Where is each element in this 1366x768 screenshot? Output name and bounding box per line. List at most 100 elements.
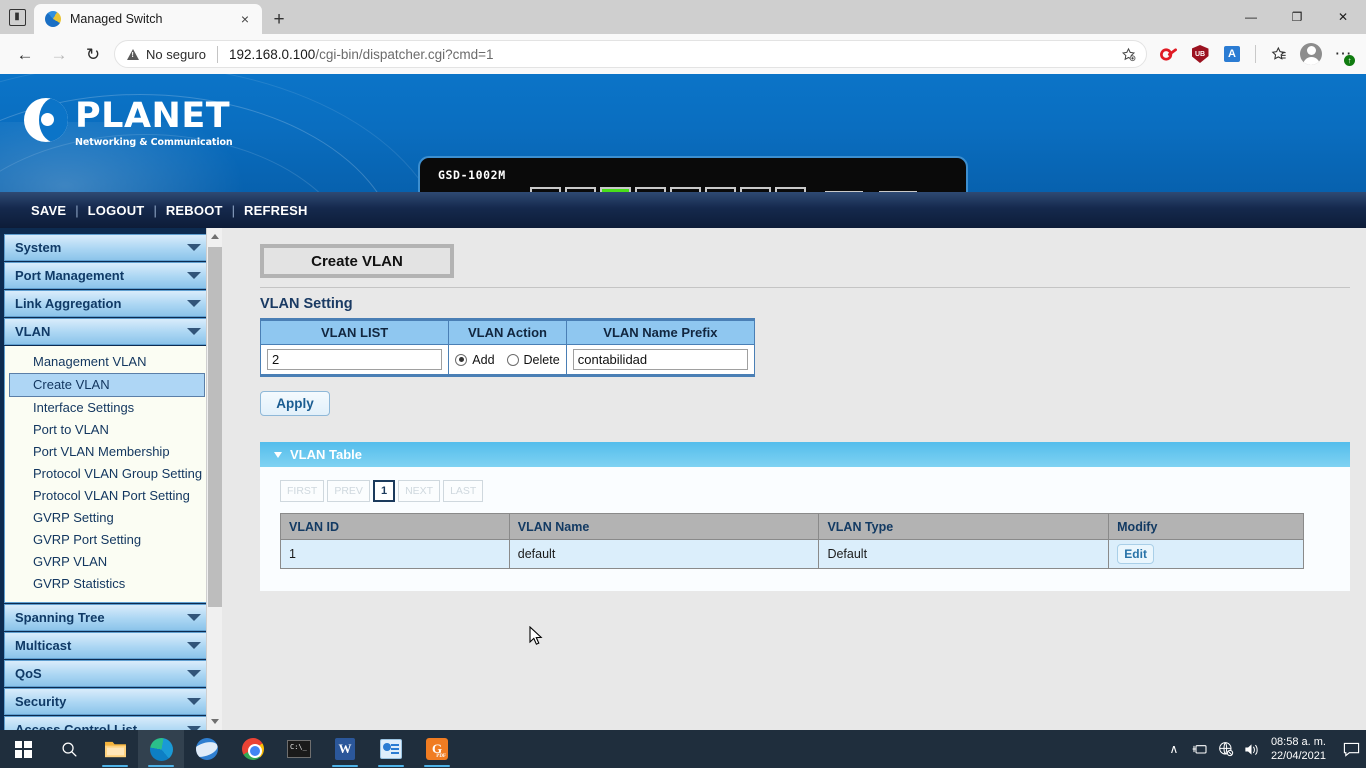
sfp-slot-icon [825, 191, 863, 192]
reload-button[interactable]: ↻ [76, 37, 110, 71]
sidebar-item-gvrp-statistics[interactable]: GVRP Statistics [5, 573, 209, 595]
minimize-button[interactable]: — [1228, 0, 1274, 34]
sidebar-group-vlan[interactable]: VLAN [4, 318, 210, 345]
port-1[interactable]: 1 [530, 187, 561, 192]
publisher-button[interactable] [368, 730, 414, 768]
show-hidden-icons-chevron[interactable]: ∧ [1161, 730, 1187, 768]
running-indicator [332, 765, 358, 768]
sidebar-item-gvrp-vlan[interactable]: GVRP VLAN [5, 551, 209, 573]
sidebar-item-gvrp-setting[interactable]: GVRP Setting [5, 507, 209, 529]
sidebar-group-access-control-list[interactable]: Access Control List [4, 716, 210, 730]
app-blue-button[interactable] [184, 730, 230, 768]
translate-extension-icon[interactable]: A [1217, 39, 1247, 69]
sidebar-group-label: Spanning Tree [15, 610, 105, 625]
port-9[interactable]: 9 [825, 191, 863, 192]
sidebar-item-protocol-vlan-port-setting[interactable]: Protocol VLAN Port Setting [5, 485, 209, 507]
radio-delete-label: Delete [524, 353, 560, 367]
browser-tab[interactable]: Managed Switch × [34, 4, 262, 34]
back-button[interactable]: ← [8, 37, 42, 71]
sidebar-item-protocol-vlan-group-setting[interactable]: Protocol VLAN Group Setting [5, 463, 209, 485]
file-explorer-button[interactable] [92, 730, 138, 768]
scrollbar-thumb[interactable] [208, 247, 222, 607]
rj45-jack-icon [775, 187, 806, 192]
hardware-eject-icon[interactable] [1187, 730, 1213, 768]
menu-item-reboot[interactable]: REBOOT [157, 203, 232, 218]
menu-item-save[interactable]: SAVE [22, 203, 75, 218]
apply-button[interactable]: Apply [260, 391, 330, 416]
network-no-internet-icon[interactable] [1213, 730, 1239, 768]
sidebar-item-management-vlan[interactable]: Management VLAN [5, 351, 209, 373]
sidebar-item-create-vlan[interactable]: Create VLAN [9, 373, 205, 397]
scroll-up-icon[interactable] [207, 228, 223, 245]
search-button[interactable] [46, 730, 92, 768]
close-window-button[interactable]: ✕ [1320, 0, 1366, 34]
running-indicator [424, 765, 450, 768]
port-5[interactable]: 5 [670, 187, 701, 192]
screen: ▮ Managed Switch × + — ❐ ✕ ← → ↻ No segu… [0, 0, 1366, 768]
more-settings-icon[interactable]: ⋯ ↑ [1328, 39, 1358, 69]
add-favorite-star-icon[interactable] [1114, 42, 1142, 66]
pdf-button[interactable]: GPDF [414, 730, 460, 768]
edit-button[interactable]: Edit [1117, 544, 1154, 564]
sidebar-group-label: Link Aggregation [15, 296, 121, 311]
sidebar-group-system[interactable]: System [4, 234, 210, 261]
pager-page-1[interactable]: 1 [373, 480, 395, 502]
menu-item-logout[interactable]: LOGOUT [79, 203, 154, 218]
table-row: 1 default Default Edit [281, 540, 1304, 569]
port-7[interactable]: 7 [740, 187, 771, 192]
vlan-setting-table: VLAN LIST VLAN Action VLAN Name Prefix 2… [260, 318, 755, 377]
sidebar-item-port-vlan-membership[interactable]: Port VLAN Membership [5, 441, 209, 463]
sidebar-group-label: VLAN [15, 324, 50, 339]
pocket-extension-icon[interactable] [1153, 39, 1183, 69]
sidebar-group-label: QoS [15, 666, 42, 681]
notification-icon[interactable] [1336, 730, 1366, 768]
start-button[interactable] [0, 730, 46, 768]
chrome-button[interactable] [230, 730, 276, 768]
new-tab-button[interactable]: + [262, 4, 296, 34]
warning-triangle-icon [127, 49, 139, 60]
sidebar-group-port-management[interactable]: Port Management [4, 262, 210, 289]
address-bar[interactable]: No seguro 192.168.0.100/cgi-bin/dispatch… [114, 40, 1147, 68]
top-menu-bar: SAVE | LOGOUT | REBOOT | REFRESH [0, 192, 1366, 228]
chevron-down-icon [187, 272, 201, 279]
speaker-icon[interactable] [1239, 730, 1265, 768]
sidebar-group-security[interactable]: Security [4, 688, 210, 715]
device-model-label: GSD-1002M [438, 168, 506, 182]
close-icon[interactable]: × [234, 8, 256, 30]
clock[interactable]: 08:58 a. m. 22/04/2021 [1265, 735, 1336, 763]
profile-avatar-icon[interactable] [1296, 39, 1326, 69]
header-vlan-list: VLAN LIST [261, 320, 449, 345]
radio-delete[interactable] [507, 354, 519, 366]
port-3[interactable]: 3 [600, 187, 631, 192]
radio-add-label: Add [472, 353, 494, 367]
port-4[interactable]: 4 [635, 187, 666, 192]
vlan-name-prefix-input[interactable]: contabilidad [573, 349, 748, 370]
menu-item-refresh[interactable]: REFRESH [235, 203, 317, 218]
edge-button[interactable] [138, 730, 184, 768]
sidebar-item-interface-settings[interactable]: Interface Settings [5, 397, 209, 419]
sidebar-group-multicast[interactable]: Multicast [4, 632, 210, 659]
sidebar-group-link-aggregation[interactable]: Link Aggregation [4, 290, 210, 317]
sidebar-item-port-to-vlan[interactable]: Port to VLAN [5, 419, 209, 441]
tab-actions-icon[interactable]: ▮ [0, 0, 34, 34]
port-2[interactable]: 2 [565, 187, 596, 192]
sidebar-group-qos[interactable]: QoS [4, 660, 210, 687]
shield-extension-icon[interactable]: UB [1185, 39, 1215, 69]
collections-star-icon[interactable] [1264, 39, 1294, 69]
port-10[interactable]: 10 [879, 191, 917, 192]
port-6[interactable]: 6 [705, 187, 736, 192]
sidebar-scrollbar[interactable] [206, 228, 222, 730]
vlan-table-panel-header[interactable]: VLAN Table [260, 442, 1350, 467]
divider [260, 287, 1350, 288]
radio-add[interactable] [455, 354, 467, 366]
restore-button[interactable]: ❐ [1274, 0, 1320, 34]
browser-toolbar: ← → ↻ No seguro 192.168.0.100/cgi-bin/di… [0, 34, 1366, 74]
vlan-list-input[interactable]: 2 [267, 349, 442, 370]
sidebar-group-spanning-tree[interactable]: Spanning Tree [4, 604, 210, 631]
scroll-down-icon[interactable] [207, 713, 223, 730]
port-8[interactable]: 8 [775, 187, 806, 192]
command-prompt-button[interactable]: C:\_ [276, 730, 322, 768]
word-button[interactable]: W [322, 730, 368, 768]
chevron-down-icon [187, 698, 201, 705]
sidebar-item-gvrp-port-setting[interactable]: GVRP Port Setting [5, 529, 209, 551]
